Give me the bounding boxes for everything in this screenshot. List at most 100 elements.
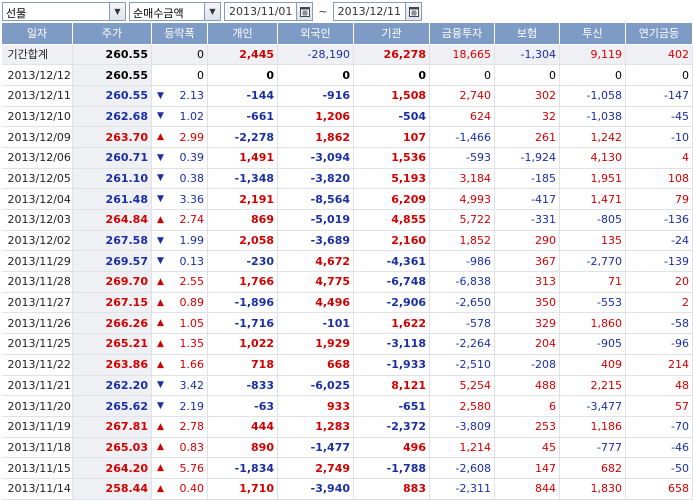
cell-change: ▲ 1.35 [151,333,208,355]
category-select[interactable]: 선물 ▼ [2,2,126,21]
cell-date: 2013/12/04 [1,188,73,210]
table-row[interactable]: 2013/12/02 267.58 ▼ 1.99 2,058 -3,689 2,160 1,8… [1,230,693,252]
cell-insurance: 0 [494,64,560,86]
table-row[interactable]: 2013/12/03 264.84 ▲ 2.74 869 -5,019 4,855 5,722… [1,209,693,231]
cell-individual: 1,766 [207,271,278,293]
date-to-field[interactable]: 2013/12/11 [332,2,423,21]
table-row[interactable]: 2013/11/22 263.86 ▲ 1.66 718 668 -1,933 -2,510-… [1,354,693,376]
table-row[interactable]: 2013/12/10 262.68 ▼ 1.02 -661 1,206 -504 624 32-… [1,106,693,128]
cell-pension: 48 [625,375,693,397]
chevron-down-icon[interactable]: ▼ [204,3,220,20]
column-header-insurance[interactable]: 보험 [494,23,560,45]
triangle-down-icon: ▼ [157,90,164,101]
cell-pension: 2 [625,292,693,314]
cell-change-value: 1.35 [179,337,205,351]
cell-insurance: 367 [494,250,560,273]
cell-trust: -905 [559,333,626,355]
table-row[interactable]: 2013/11/15 264.20 ▲ 5.76 -1,834 2,749 -1,788 -2… [1,457,693,479]
table-row[interactable]: 2013/11/18 265.03 ▲ 0.83 890 -1,477 496 1,214 45… [1,437,693,459]
cell-pension: -24 [625,230,693,252]
table-row[interactable]: 2013/12/09 263.70 ▲ 2.99 -2,278 1,862 107 -1,46… [1,126,693,148]
cell-foreign: 933 [277,395,354,417]
column-header-fin-invest[interactable]: 금융투자 [429,23,495,45]
cell-pension: -139 [625,250,693,273]
cell-change: ▲ 1.66 [151,354,208,376]
cell-trust: 1,471 [559,188,626,210]
triangle-up-icon: ▲ [157,318,164,329]
cell-trust: -777 [559,437,626,459]
cell-institution: 1,622 [353,312,430,335]
date-to-value[interactable]: 2013/12/11 [334,3,405,20]
table-row[interactable]: 2013/11/25 265.21 ▲ 1.35 1,022 1,929 -3,118 -2,… [1,333,693,355]
table-header-row: 일자 주가 등락폭 개인 외국인 기관 금융투자 보험 투신 연기금등 [1,23,693,45]
cell-change-value: 0.89 [179,296,205,310]
period-total-row[interactable]: 기간합계 260.55 0 2,445 -28,190 26,278 18,66… [1,44,693,66]
cell-foreign: -5,019 [277,209,354,231]
column-header-price[interactable]: 주가 [72,23,152,45]
table-row[interactable]: 2013/12/05 261.10 ▼ 0.38 -1,348 -3,820 5,193 3,… [1,168,693,190]
cell-date: 2013/11/25 [1,333,73,355]
table-row[interactable]: 2013/11/20 265.62 ▼ 2.19 -63 933 -651 2,580 6 -3,… [1,395,693,417]
cell-foreign: 4,672 [277,250,354,273]
column-header-pension[interactable]: 연기금등 [625,23,693,45]
cell-fin-invest: -986 [429,250,495,273]
cell-insurance: 6 [494,395,560,417]
metric-select[interactable]: 순매수금액 ▼ [129,2,221,21]
column-header-trust[interactable]: 투신 [559,23,626,45]
table-row[interactable]: 2013/11/21 262.20 ▼ 3.42 -833 -6,025 8,121 5,25… [1,375,693,397]
cell-change: ▲ 1.05 [151,312,208,335]
cell-fin-invest: 5,722 [429,209,495,231]
cell-fin-invest: 624 [429,106,495,128]
cell-institution: 1,508 [353,85,430,107]
chevron-down-icon[interactable]: ▼ [109,3,125,20]
table-row[interactable]: 2013/11/26 266.26 ▲ 1.05 -1,716 -101 1,622 -578… [1,312,693,335]
cell-price: 263.70 [72,126,152,148]
triangle-up-icon: ▲ [157,132,164,143]
category-select-value: 선물 [6,7,27,20]
column-header-individual[interactable]: 개인 [207,23,278,45]
total-label: 기간합계 [1,44,73,66]
cell-institution: 6,209 [353,188,430,210]
cell-institution: -1,788 [353,457,430,479]
table-row[interactable]: 2013/11/19 267.81 ▲ 2.78 444 1,283 -2,372 -3,80… [1,416,693,438]
table-row[interactable]: 2013/12/06 260.71 ▼ 0.39 1,491 -3,094 1,536 -59… [1,147,693,169]
cell-change-value: 1.66 [179,358,205,372]
table-row[interactable]: 2013/11/29 269.57 ▼ 0.13 -230 4,672 -4,361 -986… [1,250,693,273]
cell-insurance: 253 [494,416,560,438]
column-header-change[interactable]: 등락폭 [151,23,208,45]
calendar-icon[interactable] [296,3,313,20]
column-header-date[interactable]: 일자 [1,23,73,45]
cell-trust: 2,215 [559,375,626,397]
cell-individual: 2,191 [207,188,278,210]
cell-pension: 0 [625,64,693,86]
calendar-icon[interactable] [405,3,422,20]
cell-individual: 718 [207,354,278,376]
triangle-down-icon: ▼ [157,173,164,184]
triangle-down-icon: ▼ [157,401,164,412]
column-header-institution[interactable]: 기관 [353,23,430,45]
date-from-field[interactable]: 2013/11/01 [224,2,314,21]
column-header-foreign[interactable]: 외국인 [277,23,354,45]
cell-institution: 0 [353,64,430,86]
triangle-down-icon: ▼ [157,152,164,163]
cell-change-value: 5.76 [179,461,205,475]
table-row[interactable]: 2013/12/04 261.48 ▼ 3.36 2,191 -8,564 6,209 4,9… [1,188,693,210]
cell-individual: 869 [207,209,278,231]
table-row[interactable]: 2013/12/12 260.55 0 0 0 0 0 0 0 0 [1,64,693,86]
cell-change-value: 0.38 [179,171,205,185]
cell-date: 2013/12/09 [1,126,73,148]
cell-change: ▼ 2.13 [151,85,208,107]
table-row[interactable]: 2013/11/28 269.70 ▲ 2.55 1,766 4,775 -6,748 -6,… [1,271,693,293]
cell-trust: -553 [559,292,626,314]
cell-fin-invest: -1,466 [429,126,495,148]
date-from-value[interactable]: 2013/11/01 [225,3,296,20]
table-row[interactable]: 2013/11/27 267.15 ▲ 0.89 -1,896 4,496 -2,906 -2… [1,292,693,314]
table-row[interactable]: 2013/12/11 260.55 ▼ 2.13 -144 -916 1,508 2,740 3… [1,85,693,107]
cell-change-value: 0.39 [179,151,205,165]
cell-insurance: 204 [494,333,560,355]
cell-price: 267.58 [72,230,152,252]
cell-change: ▼ 2.19 [151,395,208,417]
cell-change: ▼ 0.13 [151,250,208,273]
triangle-up-icon: ▲ [157,297,164,308]
cell-insurance: 488 [494,375,560,397]
